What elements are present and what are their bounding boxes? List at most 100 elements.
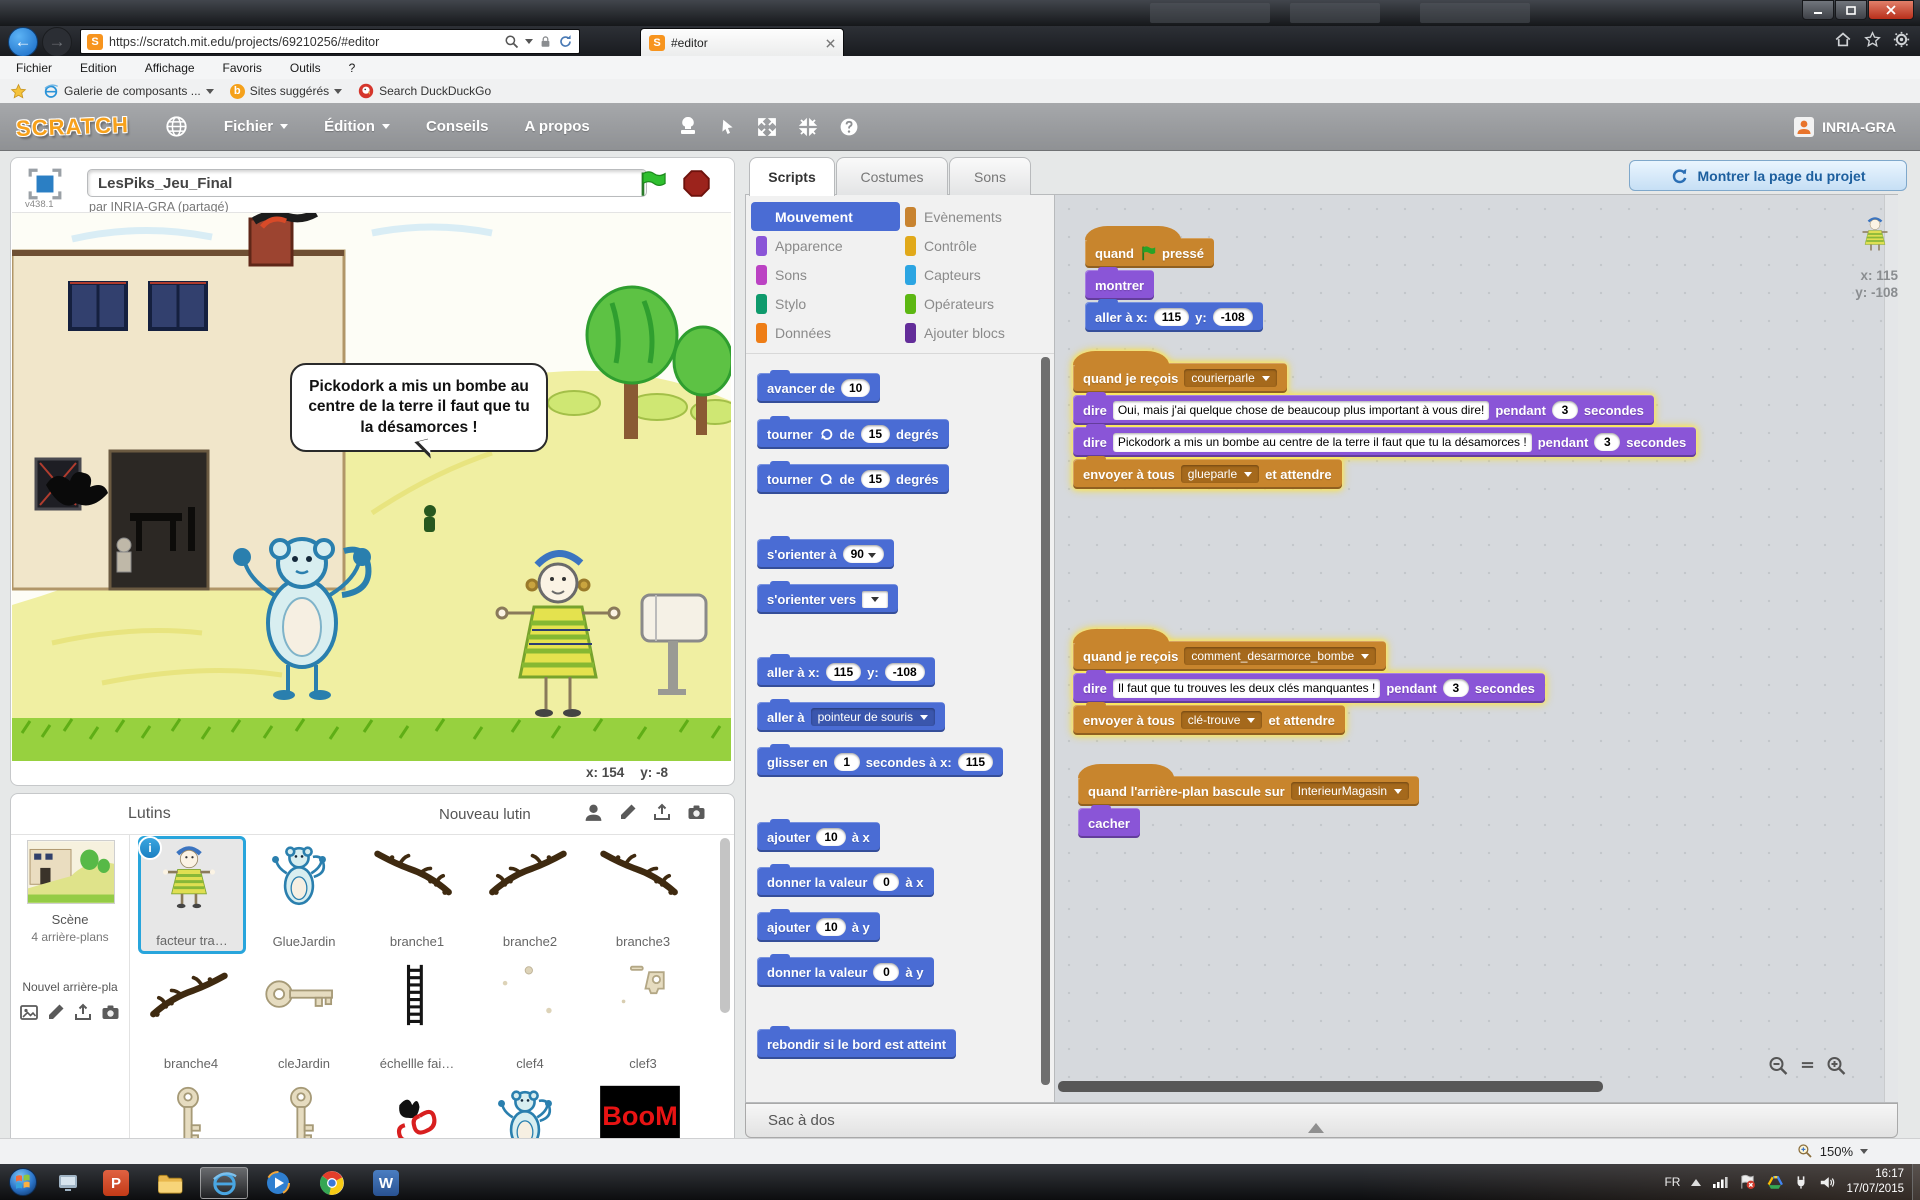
power-plug-icon[interactable] [1794,1174,1808,1190]
speaker-icon[interactable] [1819,1175,1835,1190]
block-number-input[interactable]: 1 [834,753,860,771]
taskbar-app-word[interactable]: W [362,1167,410,1199]
sprite-thumbnail-clef3[interactable]: clef3 [590,958,696,1074]
scratch-block[interactable]: ajouter10à y [757,912,880,942]
tab-sons[interactable]: Sons [949,157,1031,195]
sprite-info-badge[interactable]: i [138,836,162,860]
sprite-thumbnail-branche2[interactable]: branche2 [477,836,583,952]
chevron-down-icon[interactable] [334,89,342,94]
block-number-input[interactable]: 3 [1552,401,1578,419]
menu-fichier[interactable]: Fichier [16,61,52,75]
scratch-block[interactable]: rebondir si le bord est atteint [757,1029,956,1059]
taskbar-app-generic[interactable] [50,1167,86,1199]
backpack-bar[interactable]: Sac à dos [745,1103,1898,1138]
action-center-flag-icon[interactable] [1739,1174,1756,1190]
favorite-label[interactable]: Galerie de composants ... [64,84,201,98]
shrink-icon[interactable] [798,117,818,137]
scratch-block[interactable]: montrer [1085,270,1154,300]
block-number-input[interactable]: 10 [816,828,845,846]
scratch-block[interactable]: direPickodork a mis un bombe au centre d… [1073,427,1696,457]
close-button[interactable] [1868,0,1914,20]
category-ajouter-blocs[interactable]: Ajouter blocs [900,318,1049,347]
clock[interactable]: 16:17 17/07/2015 [1846,1167,1904,1197]
block-number-dropdown[interactable]: 90 [843,545,884,563]
zoom-reset-icon[interactable] [1800,1058,1815,1072]
stage[interactable]: Pickodork a mis un bombe au centre de la… [12,212,731,761]
tab-title[interactable]: #editor [671,36,820,50]
scratch-block[interactable]: donner la valeur0à y [757,957,934,987]
scratch-block[interactable]: quand je reçoiscourierparle [1073,363,1287,393]
block-text-field[interactable]: Pickodork a mis un bombe au centre de la… [1113,433,1532,452]
scripts-area[interactable]: quandpressémontreraller à x:115y:-108 qua… [1055,194,1898,1103]
block-number-input[interactable]: 115 [826,663,861,681]
user-menu[interactable]: INRIA-GRA [1794,117,1904,137]
scratch-block[interactable]: s'orienter à90 [757,539,894,569]
taskbar-app-folder[interactable] [146,1167,194,1199]
script-stack[interactable]: quand je reçoiscomment_desarmorce_bombed… [1073,628,1545,735]
block-text-field[interactable]: Il faut que tu trouves les deux clés man… [1113,679,1380,698]
scratch-menu-conseils[interactable]: Conseils [426,118,489,135]
block-dropdown[interactable]: glueparle [1181,465,1259,483]
block-number-input[interactable]: -108 [885,663,925,681]
sprite-thumbnail-cleJardin[interactable]: cleJardin [251,958,357,1074]
scratch-block[interactable]: avancer de10 [757,373,880,403]
block-number-input[interactable]: 115 [958,753,993,771]
taskbar-app-wmp[interactable] [254,1167,302,1199]
sprite-thumbnail-branche1[interactable]: branche1 [364,836,470,952]
block-number-input[interactable]: 3 [1443,679,1469,697]
scratch-block[interactable]: cacher [1078,808,1140,838]
chevron-up-icon[interactable] [1308,1115,1324,1133]
project-title-input[interactable]: LesPiks_Jeu_Final [87,169,647,197]
scratch-block[interactable]: envoyer à tousglueparleet attendre [1073,459,1342,489]
scratch-block[interactable]: glisser en1secondes à x:115 [757,747,1003,777]
category-données[interactable]: Données [751,318,900,347]
menu-help[interactable]: ? [349,61,356,75]
block-number-input[interactable]: 10 [816,918,845,936]
sprite-list-scrollbar[interactable] [720,838,730,1013]
sprite-thumbnail-GlueJardin[interactable]: GlueJardin [251,836,357,952]
tab-close-icon[interactable] [826,39,835,48]
scratch-block[interactable]: envoyer à tousclé-trouveet attendre [1073,705,1345,735]
scratch-block[interactable]: direIl faut que tu trouves les deux clés… [1073,673,1545,703]
horizontal-scrollbar[interactable] [1058,1081,1603,1092]
zoom-in-icon[interactable] [1825,1055,1848,1075]
sprite-thumbnail-branche3[interactable]: branche3 [590,836,696,952]
favorite-galerie[interactable]: Galerie de composants ... [43,83,214,99]
block-dropdown[interactable]: InterieurMagasin [1291,782,1409,800]
show-project-page-button[interactable]: Montrer la page du projet [1629,160,1907,191]
taskbar-app-ppt[interactable]: P [92,1167,140,1199]
sprite-thumbnail[interactable]: BooM [590,1080,696,1140]
refresh-icon[interactable] [558,34,573,49]
search-icon[interactable] [504,34,519,49]
favorite-sites-suggeres[interactable]: b Sites suggérés [230,84,342,99]
network-icon[interactable] [1712,1175,1728,1189]
block-dropdown[interactable]: pointeur de souris [811,708,935,726]
vertical-scrollbar-track[interactable] [1884,195,1898,1102]
browser-tab[interactable]: S #editor [640,28,844,57]
language-globe-icon[interactable] [165,115,188,138]
category-evènements[interactable]: Evènements [900,202,1049,231]
favorite-label[interactable]: Sites suggérés [250,84,329,98]
sprite-thumbnail[interactable] [251,1080,357,1140]
script-stack[interactable]: quand l'arrière-plan bascule surInterieu… [1078,763,1419,838]
block-dropdown[interactable]: clé-trouve [1181,711,1263,729]
backpack-label[interactable]: Sac à dos [768,1112,835,1129]
favorite-label[interactable]: Search DuckDuckGo [379,84,491,98]
tray-expand-icon[interactable] [1691,1174,1701,1186]
block-number-input[interactable]: 10 [841,379,870,397]
scratch-block[interactable]: ajouter10à x [757,822,880,852]
category-mouvement[interactable]: Mouvement [751,202,900,231]
sprite-thumbnail[interactable] [477,1080,583,1140]
address-bar[interactable]: S https://scratch.mit.edu/projects/69210… [80,29,580,54]
minimize-button[interactable] [1802,0,1834,20]
script-stack[interactable]: quandpressémontreraller à x:115y:-108 [1085,225,1263,332]
menu-favoris[interactable]: Favoris [223,61,262,75]
category-sons[interactable]: Sons [751,260,900,289]
block-dropdown[interactable] [862,591,888,608]
chevron-down-icon[interactable] [206,89,214,94]
block-number-input[interactable]: 15 [861,470,890,488]
script-stack[interactable]: quand je reçoiscourierparledireOui, mais… [1073,350,1696,489]
green-flag-button[interactable] [639,170,669,197]
zoom-out-icon[interactable] [1767,1055,1790,1075]
delete-cursor-icon[interactable] [719,117,736,136]
